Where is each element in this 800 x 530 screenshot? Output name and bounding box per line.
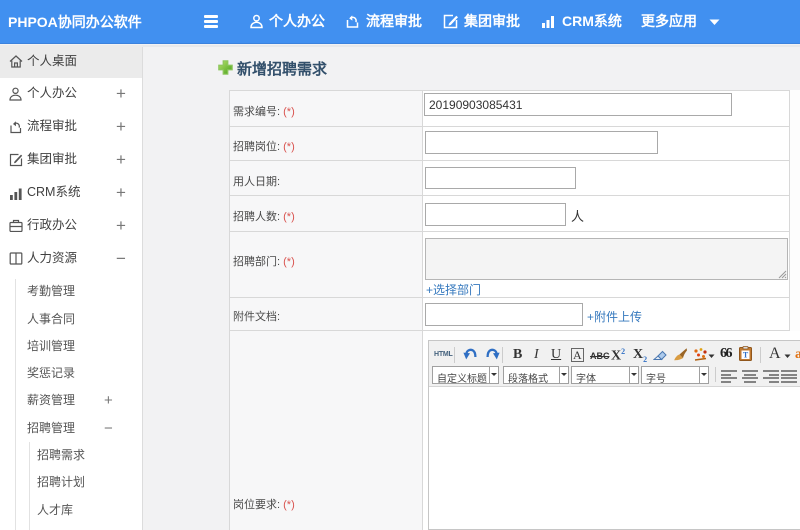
svg-text:T: T — [743, 351, 749, 360]
